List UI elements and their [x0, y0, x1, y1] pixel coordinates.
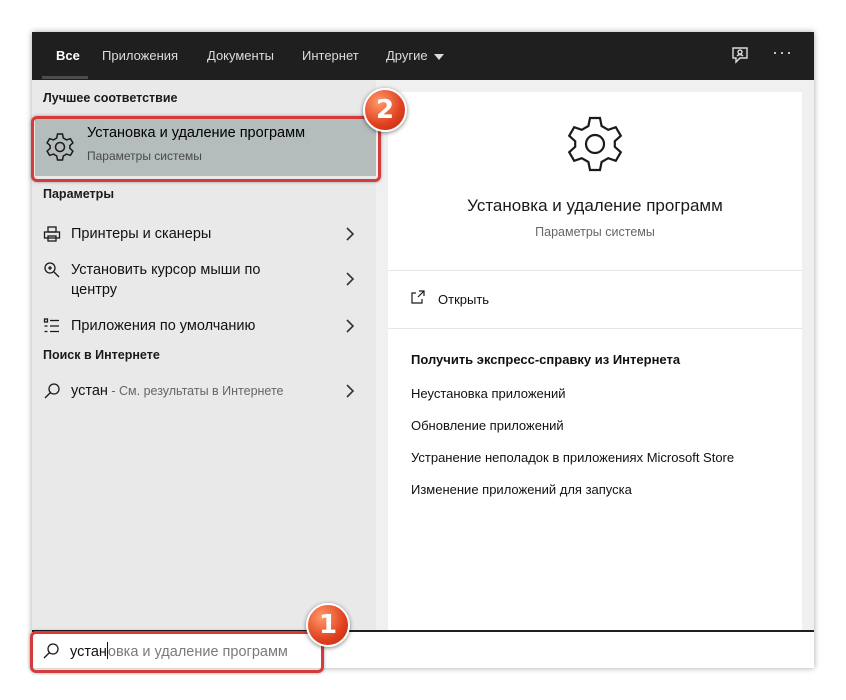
- tab-documents[interactable]: Документы: [207, 32, 274, 80]
- search-icon: [43, 382, 61, 405]
- tab-internet-label: Интернет: [302, 48, 359, 63]
- more-options-icon[interactable]: ···: [772, 42, 796, 66]
- chevron-right-icon[interactable]: [345, 270, 355, 288]
- tab-internet[interactable]: Интернет: [302, 32, 359, 80]
- web-search-text: устан - См. результаты в Интернете: [71, 381, 284, 401]
- divider: [388, 328, 802, 329]
- settings-item-printers[interactable]: Принтеры и сканеры: [32, 216, 376, 252]
- active-tab-indicator: [42, 76, 88, 79]
- web-search-query: устан: [71, 383, 108, 399]
- settings-item-label: Установить курсор мыши по: [71, 262, 261, 278]
- open-label: Открыть: [438, 292, 490, 307]
- preview-app-title: Установка и удаление программ: [467, 196, 723, 215]
- settings-item-label: Приложения по умолчанию: [71, 318, 256, 334]
- settings-item-default-apps[interactable]: Приложения по умолчанию: [32, 308, 376, 344]
- settings-heading: Параметры: [43, 187, 114, 201]
- help-link[interactable]: Устранение неполадок в приложениях Micro…: [411, 450, 734, 465]
- help-link[interactable]: Неустановка приложений: [411, 386, 565, 401]
- tab-all-label: Все: [56, 48, 80, 63]
- help-link[interactable]: Обновление приложений: [411, 418, 564, 433]
- step-badge-1: 1: [306, 603, 350, 647]
- chevron-right-icon[interactable]: [345, 317, 355, 335]
- chevron-right-icon[interactable]: [345, 225, 355, 243]
- preview-pane: Установка и удаление программ Параметры …: [388, 92, 802, 630]
- settings-item-label-line2: центру: [71, 282, 118, 298]
- quick-help-heading: Получить экспресс-справку из Интернета: [411, 352, 681, 367]
- web-search-heading: Поиск в Интернете: [43, 348, 160, 362]
- more-options-glyph: ···: [772, 42, 793, 62]
- open-action[interactable]: Открыть: [388, 280, 802, 320]
- gear-icon-large: [563, 112, 627, 181]
- open-icon: [410, 289, 426, 310]
- help-link[interactable]: Изменение приложений для запуска: [411, 482, 632, 497]
- tab-apps[interactable]: Приложения: [102, 32, 178, 80]
- feedback-icon[interactable]: [728, 44, 752, 68]
- divider: [388, 270, 802, 271]
- tab-more-dropdown[interactable]: Другие: [386, 32, 444, 80]
- tab-apps-label: Приложения: [102, 48, 179, 63]
- preview-app-subtitle: Параметры системы: [535, 225, 655, 239]
- caret-down-icon: [433, 53, 444, 60]
- printer-icon: [43, 225, 61, 248]
- search-tab-bar: Все Приложения Документы Интернет Другие…: [32, 32, 814, 80]
- step-badge-2: 2: [363, 88, 407, 132]
- highlight-best-match: [31, 116, 381, 182]
- tab-all[interactable]: Все: [56, 32, 80, 80]
- magnifier-icon: [43, 261, 61, 284]
- list-icon: [43, 317, 61, 340]
- highlight-search-bar: [30, 631, 324, 673]
- settings-item-label: Принтеры и сканеры: [71, 226, 212, 242]
- settings-item-cursor[interactable]: Установить курсор мыши по центру: [32, 252, 376, 308]
- tab-more-label: Другие: [386, 48, 428, 63]
- chevron-right-icon[interactable]: [345, 382, 355, 400]
- best-match-heading: Лучшее соответствие: [43, 91, 178, 105]
- web-search-item[interactable]: устан - См. результаты в Интернете: [32, 373, 376, 409]
- web-search-hint: - См. результаты в Интернете: [107, 384, 284, 398]
- tab-documents-label: Документы: [207, 48, 275, 63]
